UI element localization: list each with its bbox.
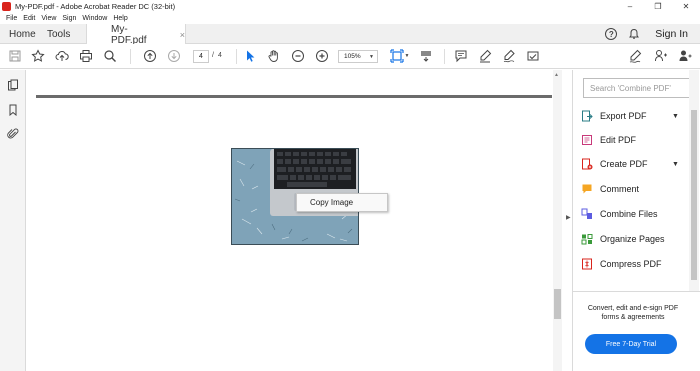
restore-button[interactable]: ❐	[644, 0, 672, 13]
copy-image-menu-item[interactable]: Copy Image	[310, 198, 353, 207]
tool-combine-files-label: Combine Files	[600, 209, 658, 219]
tool-organize-pages[interactable]: Organize Pages	[581, 231, 665, 247]
scroll-mode-icon[interactable]	[418, 48, 434, 64]
sign-pen-icon[interactable]	[627, 48, 643, 64]
acrobat-app-icon	[2, 2, 11, 11]
tool-edit-pdf[interactable]: Edit PDF	[581, 132, 636, 148]
page-separator: /	[212, 52, 214, 59]
menu-help[interactable]: Help	[113, 15, 127, 22]
bookmark-star-icon[interactable]	[30, 48, 46, 64]
select-cursor-icon[interactable]	[242, 48, 258, 64]
tool-export-pdf[interactable]: Export PDF ▼	[581, 108, 679, 124]
fill-sign-icon[interactable]	[501, 48, 517, 64]
menu-bar: File Edit View Sign Window Help	[0, 13, 128, 24]
scrollbar-thumb[interactable]	[554, 289, 561, 319]
menu-view[interactable]: View	[41, 15, 56, 22]
tab-document-label: My-PDF.pdf	[111, 23, 147, 46]
minimize-button[interactable]: –	[616, 0, 644, 13]
bookmarks-icon[interactable]	[6, 103, 20, 117]
main-toolbar: 4 / 4 105% ▼ ▼	[0, 44, 700, 69]
zoom-out-icon[interactable]	[290, 48, 306, 64]
tools-pane-scrollbar-thumb[interactable]	[691, 110, 697, 280]
fit-options-chevron-icon[interactable]: ▼	[404, 48, 410, 64]
tab-document[interactable]: My-PDF.pdf ×	[86, 23, 186, 46]
notifications-bell-icon[interactable]	[627, 27, 641, 41]
promo-text: Convert, edit and e-sign PDF forms & agr…	[587, 305, 679, 321]
chevron-down-icon[interactable]: ▼	[672, 161, 679, 168]
document-scrollbar[interactable]: ▲	[553, 70, 562, 371]
close-window-button[interactable]: ✕	[672, 0, 700, 13]
tool-compress-pdf-label: Compress PDF	[600, 259, 662, 269]
tools-search-input[interactable]: Search 'Combine PDF'	[583, 78, 691, 98]
promo-divider	[572, 291, 700, 292]
create-pdf-icon	[581, 158, 593, 170]
save-icon[interactable]	[7, 48, 23, 64]
page-total: 4	[218, 52, 222, 59]
context-menu: Copy Image	[296, 193, 388, 212]
sign-in-button[interactable]: Sign In	[655, 28, 688, 40]
tools-pane-scrollbar[interactable]	[689, 70, 699, 292]
zoom-level-value: 105%	[344, 53, 361, 60]
tool-comment-label: Comment	[600, 184, 640, 194]
export-pdf-icon	[581, 110, 593, 122]
tab-bar: Home Tools My-PDF.pdf × ? Sign In	[0, 23, 700, 46]
tool-export-pdf-label: Export PDF	[600, 111, 647, 121]
hand-tool-icon[interactable]	[266, 48, 282, 64]
tool-create-pdf-label: Create PDF	[600, 159, 648, 169]
comment-icon	[581, 183, 593, 195]
menu-sign[interactable]: Sign	[62, 15, 76, 22]
left-navigation-pane	[0, 70, 26, 371]
tab-home[interactable]: Home	[9, 24, 36, 44]
print-icon[interactable]	[78, 48, 94, 64]
chevron-down-icon: ▼	[369, 54, 374, 60]
page-number-input[interactable]: 4	[193, 50, 209, 63]
tools-pane: Search 'Combine PDF' Export PDF ▼ Edit P…	[572, 70, 700, 371]
window-title: My-PDF.pdf - Adobe Acrobat Reader DC (32…	[15, 2, 176, 11]
collapse-right-pane-icon[interactable]: ▶	[566, 214, 571, 221]
fit-page-icon[interactable]	[389, 48, 405, 64]
title-bar: My-PDF.pdf - Adobe Acrobat Reader DC (32…	[0, 0, 700, 13]
help-icon[interactable]: ?	[605, 28, 618, 40]
page-top-edge	[36, 95, 552, 98]
stamp-icon[interactable]	[525, 48, 541, 64]
free-trial-button[interactable]: Free 7-Day Trial	[585, 334, 677, 354]
tool-combine-files[interactable]: Combine Files	[581, 206, 658, 222]
next-page-icon[interactable]	[166, 48, 182, 64]
attachments-paperclip-icon[interactable]	[6, 127, 20, 141]
page-thumbnails-icon[interactable]	[6, 78, 20, 92]
chevron-down-icon[interactable]: ▼	[672, 113, 679, 120]
menu-window[interactable]: Window	[82, 15, 107, 22]
zoom-in-icon[interactable]	[314, 48, 330, 64]
zoom-level-select[interactable]: 105% ▼	[338, 50, 378, 63]
highlight-pen-icon[interactable]	[477, 48, 493, 64]
search-icon[interactable]	[102, 48, 118, 64]
tool-comment[interactable]: Comment	[581, 181, 639, 197]
previous-page-icon[interactable]	[142, 48, 158, 64]
tool-organize-pages-label: Organize Pages	[600, 234, 665, 244]
window-controls: – ❐ ✕	[616, 0, 700, 13]
upload-cloud-icon[interactable]	[54, 48, 70, 64]
edit-pdf-icon	[581, 134, 593, 146]
organize-pages-icon	[581, 233, 593, 245]
share-link-icon[interactable]	[653, 48, 669, 64]
scroll-up-arrow-icon[interactable]: ▲	[554, 72, 559, 78]
tool-compress-pdf[interactable]: Compress PDF	[581, 256, 662, 272]
menu-file[interactable]: File	[6, 15, 17, 22]
tab-tools[interactable]: Tools	[47, 24, 70, 44]
combine-files-icon	[581, 208, 593, 220]
menu-edit[interactable]: Edit	[23, 15, 35, 22]
close-tab-icon[interactable]: ×	[180, 30, 185, 40]
tool-create-pdf[interactable]: Create PDF ▼	[581, 156, 679, 172]
compress-pdf-icon	[581, 258, 593, 270]
tool-edit-pdf-label: Edit PDF	[600, 135, 637, 145]
add-user-icon[interactable]	[677, 48, 693, 64]
comment-icon[interactable]	[453, 48, 469, 64]
